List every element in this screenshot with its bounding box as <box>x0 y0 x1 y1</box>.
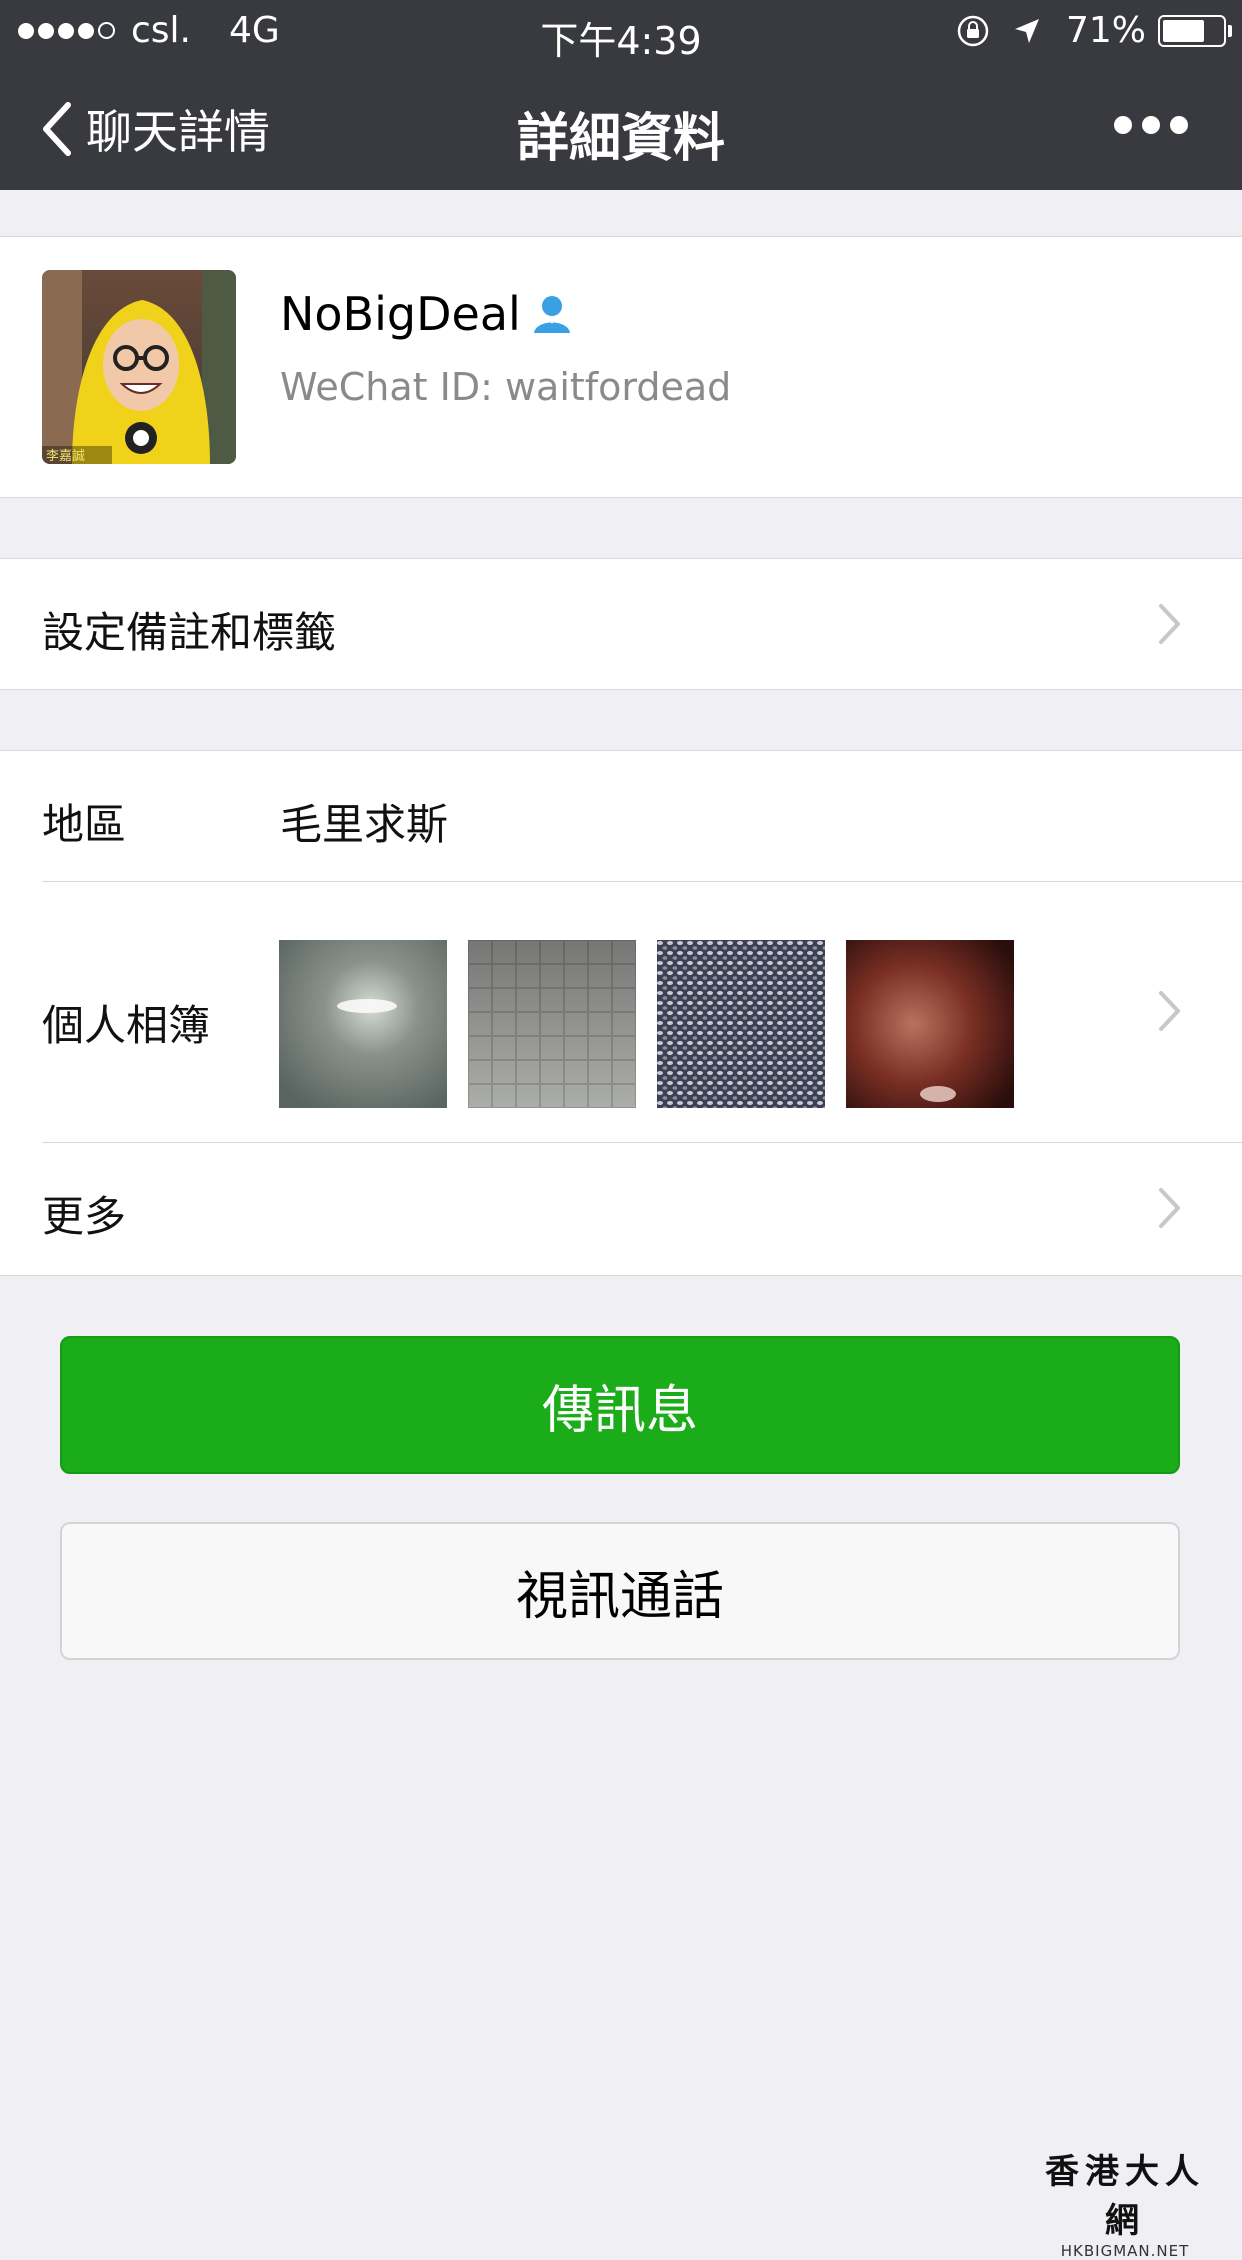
video-call-button[interactable]: 視訊通話 <box>60 1522 1180 1660</box>
avatar[interactable]: 李嘉誠 <box>42 270 236 464</box>
chevron-right-icon <box>1159 991 1180 1031</box>
name-row: NoBigDeal <box>280 287 575 341</box>
rotation-lock-icon <box>957 15 989 46</box>
chevron-right-icon <box>1159 604 1180 644</box>
contact-name: NoBigDeal <box>280 287 521 341</box>
album-label: 個人相簿 <box>42 1001 211 1050</box>
watermark: 香港大人網 HKBIGMAN.NET <box>1030 2144 1220 2260</box>
album-photo[interactable] <box>279 940 447 1108</box>
status-bar: csl. 4G 下午4:39 71% <box>0 0 1242 63</box>
send-message-button[interactable]: 傳訊息 <box>60 1336 1180 1474</box>
personal-album-row[interactable]: 個人相簿 <box>0 882 1242 1142</box>
album-photo[interactable] <box>846 940 1014 1108</box>
top-bar: csl. 4G 下午4:39 71% 聊天詳情 詳細資料 <box>0 0 1242 190</box>
album-photo[interactable] <box>468 940 636 1108</box>
battery-percent: 71% <box>1065 10 1146 51</box>
profile-card[interactable]: 李嘉誠 NoBigDeal WeChat ID: waitfordead <box>0 236 1242 498</box>
more-row[interactable]: 更多 <box>0 1143 1242 1273</box>
more-label: 更多 <box>42 1192 127 1241</box>
info-card: 地區 毛里求斯 個人相簿 更多 <box>0 750 1242 1276</box>
avatar-caption: 李嘉誠 <box>46 449 85 464</box>
watermark-url: HKBIGMAN.NET <box>1060 2242 1190 2260</box>
region-label: 地區 <box>42 800 127 849</box>
region-row: 地區 毛里求斯 <box>0 751 1242 881</box>
remark-label: 設定備註和標籤 <box>42 608 337 657</box>
page-title: 詳細資料 <box>516 109 725 169</box>
person-badge-icon <box>533 296 570 333</box>
chevron-right-icon <box>1159 1188 1180 1228</box>
set-remark-tags-row[interactable]: 設定備註和標籤 <box>0 558 1242 690</box>
ellipsis-icon[interactable] <box>1104 116 1188 134</box>
region-value: 毛里求斯 <box>280 800 449 849</box>
location-arrow-icon <box>1014 18 1039 43</box>
battery-icon <box>1158 14 1232 47</box>
wechat-id: WeChat ID: waitfordead <box>280 365 732 409</box>
album-photo[interactable] <box>657 940 825 1108</box>
status-right: 71% <box>956 10 1232 51</box>
watermark-title: 香港大人網 <box>1045 2152 1205 2241</box>
avatar-image: 李嘉誠 <box>42 270 236 464</box>
navigation-bar: 聊天詳情 詳細資料 <box>0 60 1242 190</box>
